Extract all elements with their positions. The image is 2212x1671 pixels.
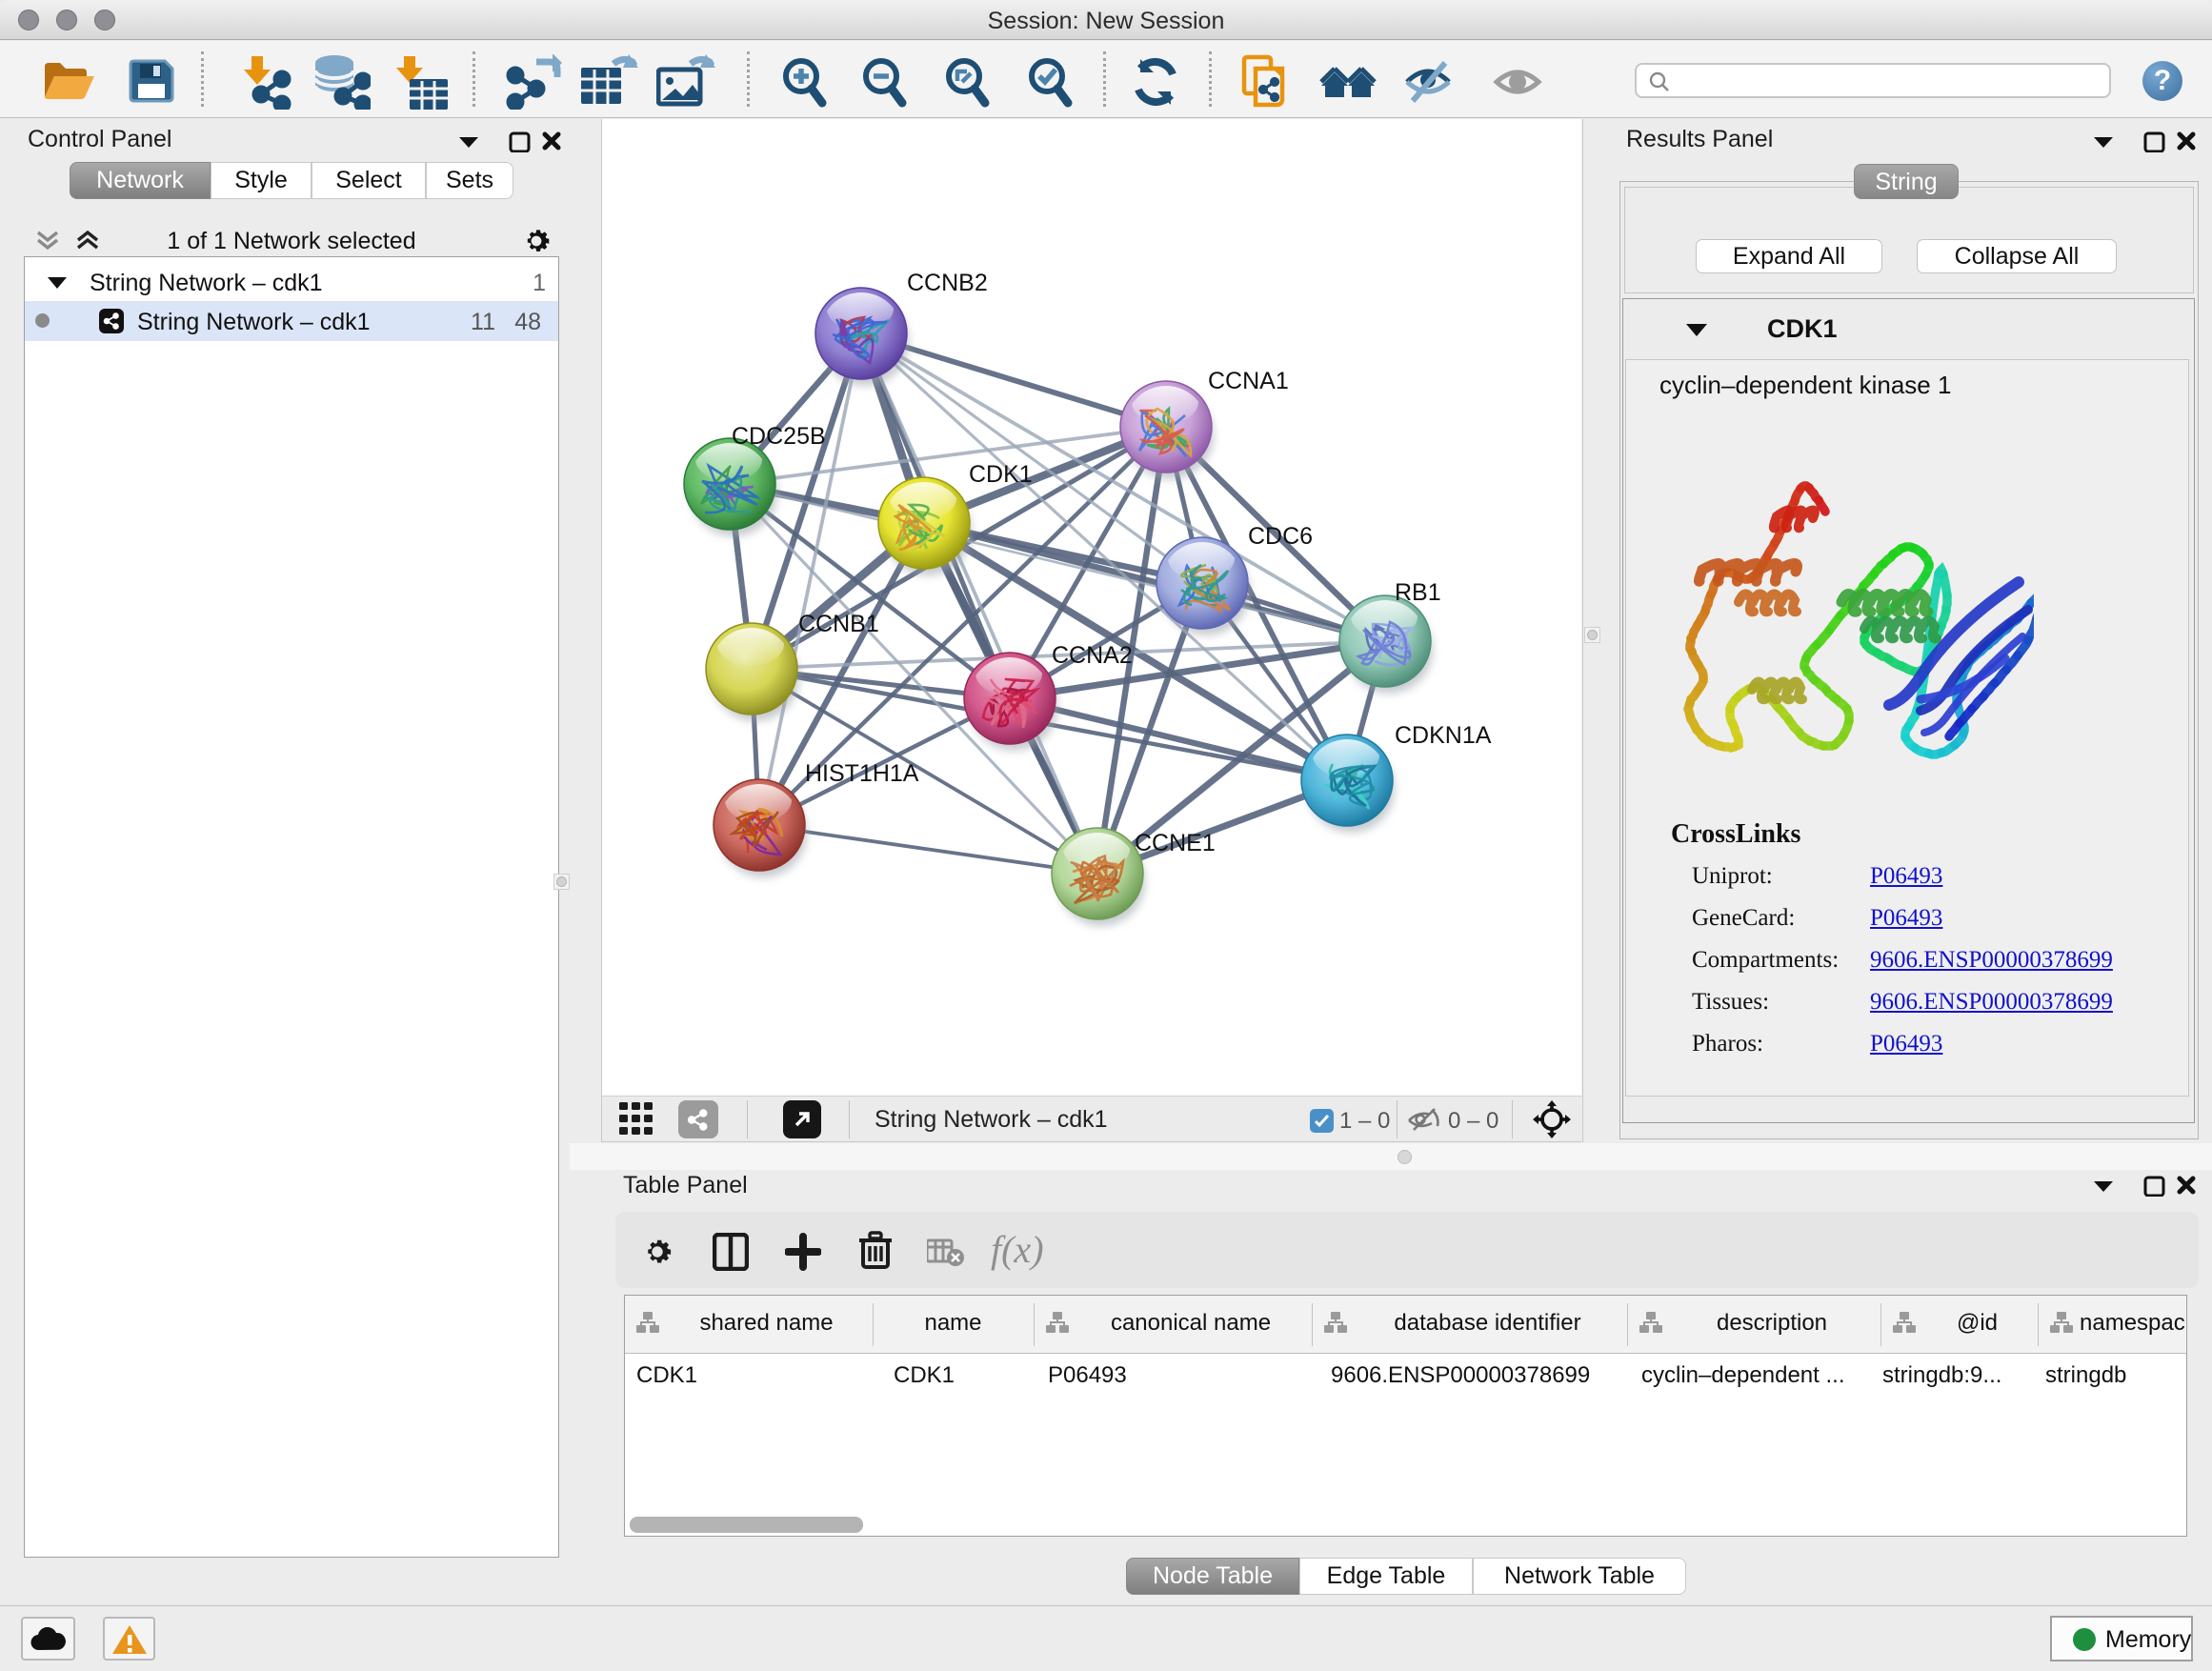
svg-text:CCNE1: CCNE1 bbox=[1135, 830, 1216, 856]
svg-text:CCNB1: CCNB1 bbox=[798, 611, 879, 637]
svg-text:RB1: RB1 bbox=[1395, 579, 1441, 606]
svg-text:CCNA2: CCNA2 bbox=[1052, 642, 1133, 669]
svg-text:CDC25B: CDC25B bbox=[732, 423, 826, 450]
svg-text:CDK1: CDK1 bbox=[969, 461, 1033, 488]
svg-text:CCNB2: CCNB2 bbox=[907, 270, 988, 296]
svg-text:HIST1H1A: HIST1H1A bbox=[805, 760, 919, 787]
svg-text:CDKN1A: CDKN1A bbox=[1395, 722, 1492, 749]
svg-text:CDC6: CDC6 bbox=[1248, 523, 1313, 550]
svg-text:CCNA1: CCNA1 bbox=[1208, 368, 1289, 394]
